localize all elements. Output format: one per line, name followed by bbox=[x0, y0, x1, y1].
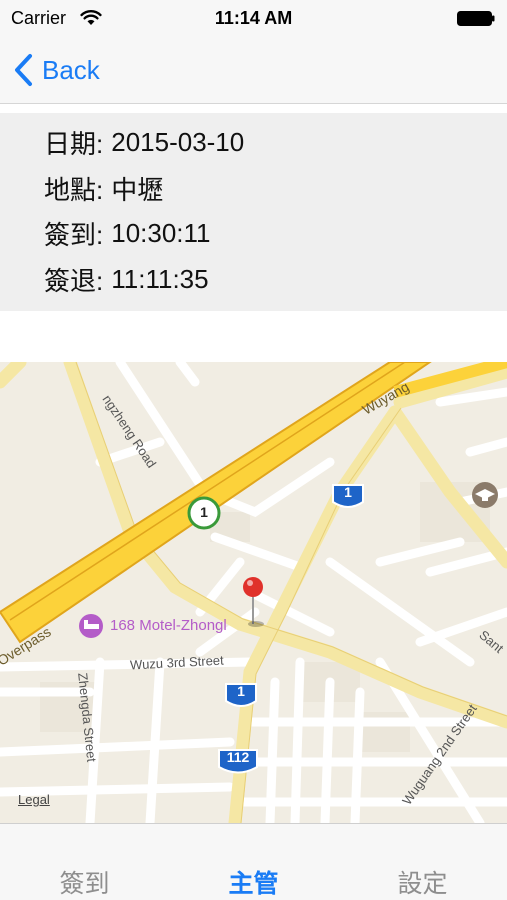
battery-icon bbox=[457, 11, 495, 26]
checkout-label: 簽退: bbox=[44, 265, 104, 296]
back-button[interactable]: Back bbox=[12, 52, 100, 88]
location-label: 地點: bbox=[44, 174, 104, 205]
tab-supervisor[interactable]: 主管 bbox=[169, 864, 338, 900]
screen: Carrier 11:14 AM Back 日期: 2015-03-10 地點:… bbox=[0, 0, 507, 900]
chevron-left-icon bbox=[15, 54, 32, 86]
checkin-value: 10:30:11 bbox=[111, 217, 211, 248]
legal-link[interactable]: Legal bbox=[18, 792, 50, 807]
date-row: 日期: 2015-03-10 bbox=[44, 122, 244, 162]
attendance-info-panel: 日期: 2015-03-10 地點: 中壢 簽到: 10:30:11 簽退: 1… bbox=[0, 113, 507, 311]
date-value: 2015-03-10 bbox=[111, 126, 245, 157]
tab-checkin[interactable]: 簽到 bbox=[0, 864, 169, 900]
route-112-shield-label: 112 bbox=[226, 749, 250, 765]
poi-label-motel: 168 Motel-Zhongl bbox=[110, 617, 227, 634]
location-row: 地點: 中壢 bbox=[44, 168, 163, 208]
tab-settings[interactable]: 設定 bbox=[338, 864, 507, 900]
location-value: 中壢 bbox=[111, 174, 164, 205]
checkin-row: 簽到: 10:30:11 bbox=[44, 213, 211, 253]
date-label: 日期: bbox=[44, 128, 104, 159]
route-1-shield-top-label: 1 bbox=[344, 484, 352, 500]
route-1-shield-bottom-label: 1 bbox=[237, 683, 245, 699]
checkout-row: 簽退: 11:11:35 bbox=[44, 259, 209, 299]
status-bar: Carrier 11:14 AM bbox=[0, 0, 507, 38]
bed-icon bbox=[79, 614, 103, 638]
school-icon bbox=[472, 482, 498, 508]
navigation-bar: Back bbox=[0, 38, 507, 104]
back-label: Back bbox=[42, 54, 100, 85]
map-view[interactable]: ngzheng Road Wuyang Overpass 168 Motel-Z… bbox=[0, 362, 507, 823]
status-time: 11:14 AM bbox=[214, 8, 293, 28]
poi-badge-label: 1 bbox=[200, 504, 208, 520]
checkout-value: 11:11:35 bbox=[111, 263, 209, 294]
tab-bar: 簽到 主管 設定 bbox=[0, 823, 507, 900]
checkin-label: 簽到: bbox=[44, 219, 104, 250]
